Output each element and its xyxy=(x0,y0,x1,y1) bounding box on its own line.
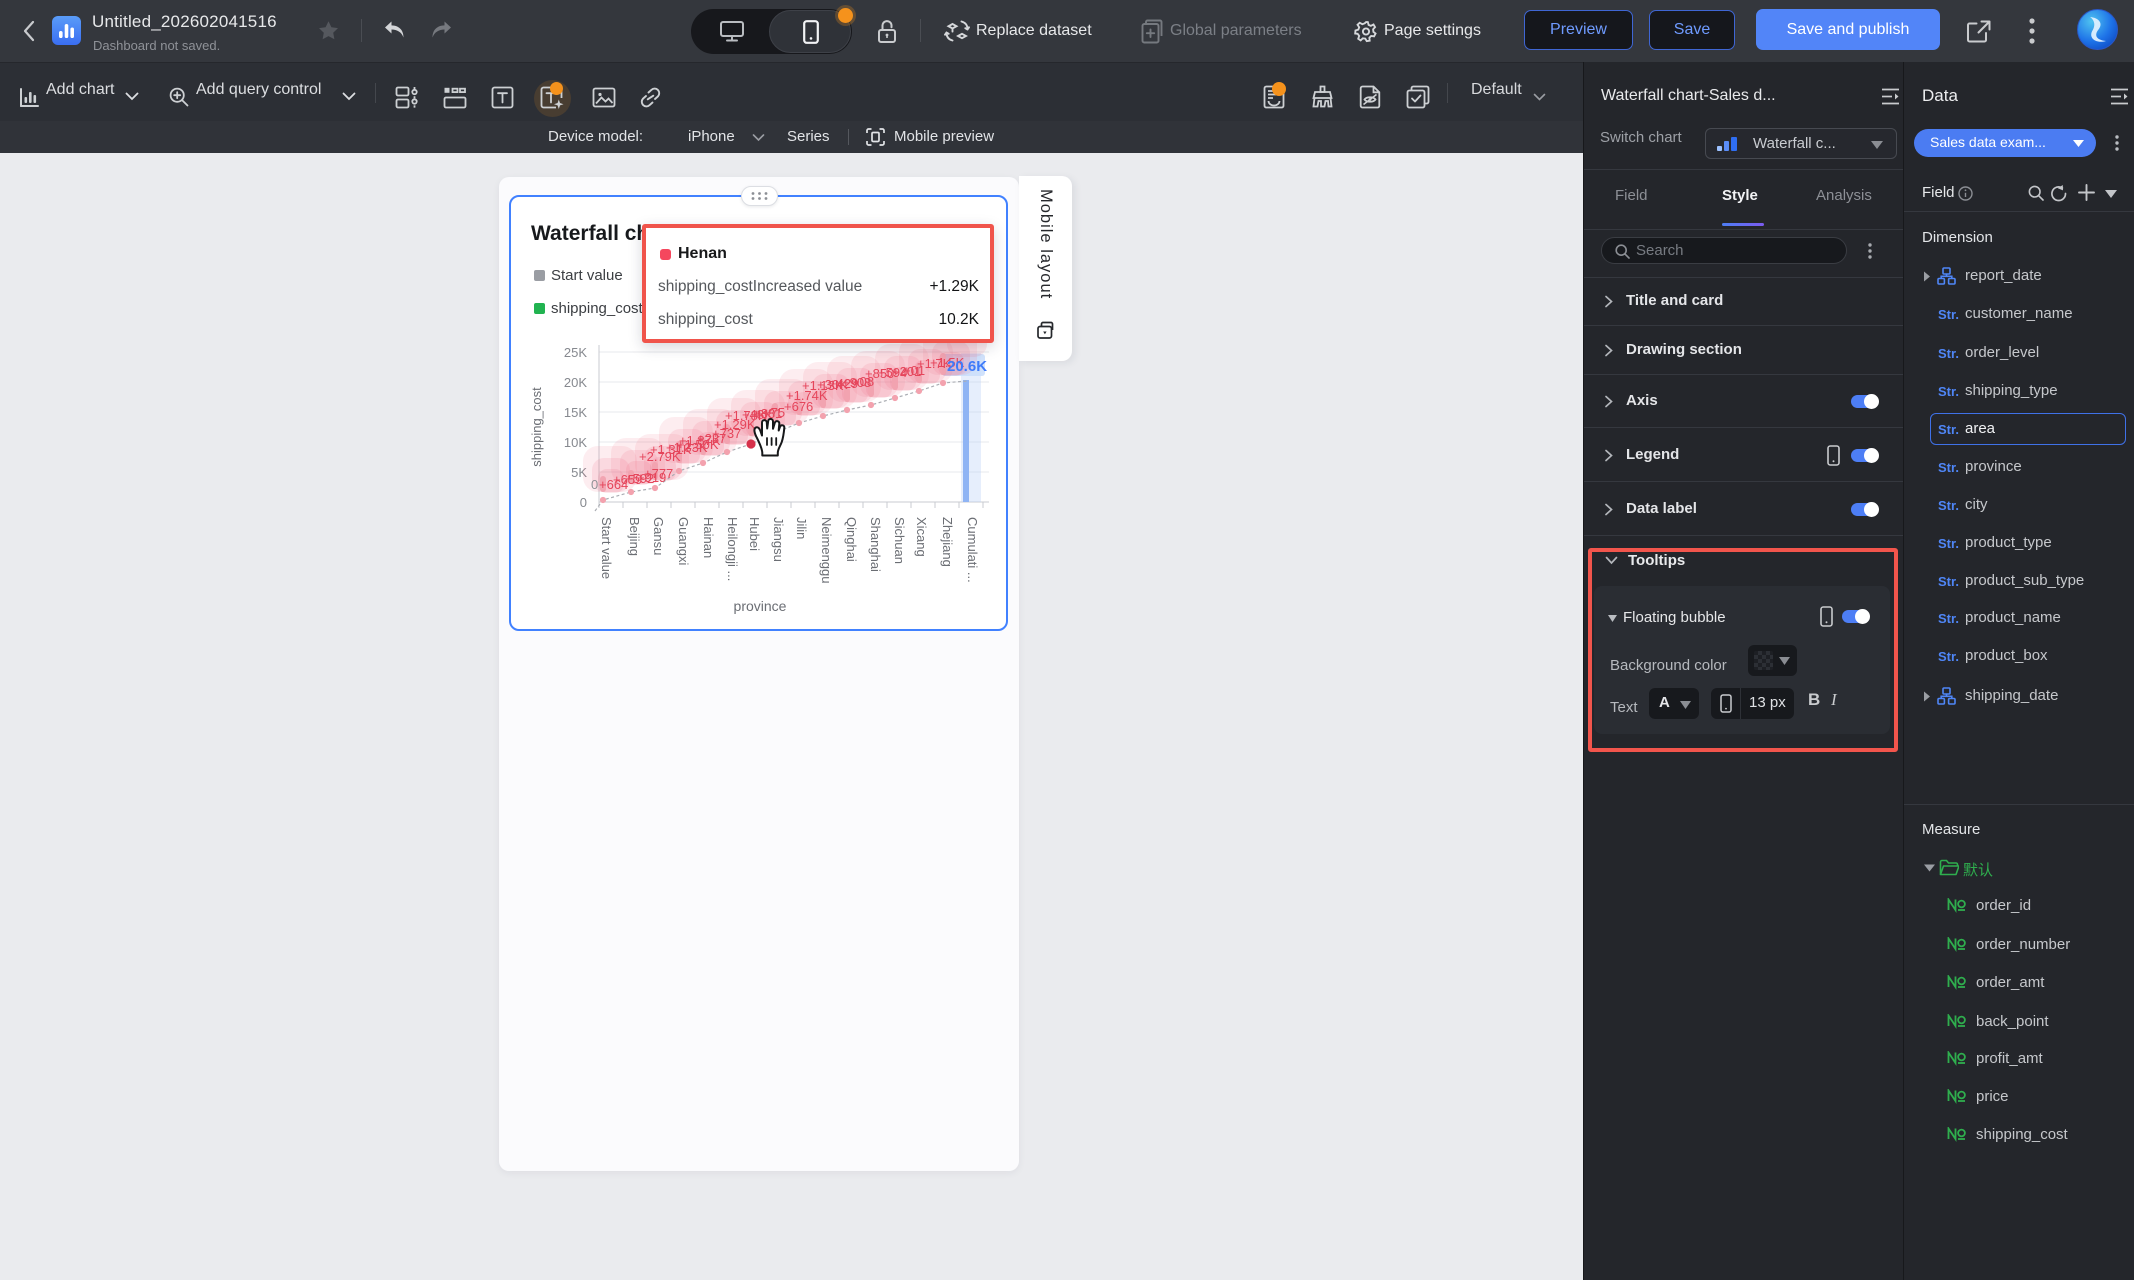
svg-text:Hainan: Hainan xyxy=(701,517,716,558)
svg-text:Start value: Start value xyxy=(551,267,623,284)
svg-text:shipping_cost: shipping_cost xyxy=(529,387,544,467)
svg-text:Qinghai: Qinghai xyxy=(844,517,859,562)
svg-text:Guangxi: Guangxi xyxy=(676,517,691,566)
svg-text:Jilin: Jilin xyxy=(794,517,809,539)
svg-text:Neimenggu: Neimenggu xyxy=(819,517,834,584)
svg-text:Sichuan: Sichuan xyxy=(892,517,907,564)
svg-text:Heilongji ...: Heilongji ... xyxy=(725,517,740,581)
svg-text:Gansu: Gansu xyxy=(651,517,666,555)
svg-text:Zhejiang: Zhejiang xyxy=(940,517,955,567)
svg-text:shipping_cost: shipping_cost xyxy=(551,300,644,317)
svg-text:20.6K: 20.6K xyxy=(947,358,987,375)
svg-text:20K: 20K xyxy=(564,375,587,390)
svg-text:0: 0 xyxy=(591,477,598,492)
svg-text:+777: +777 xyxy=(644,466,673,481)
svg-text:Jiangsu: Jiangsu xyxy=(771,517,786,562)
svg-text:province: province xyxy=(734,598,787,614)
svg-text:25K: 25K xyxy=(564,345,587,360)
svg-text:Shanghai: Shanghai xyxy=(868,517,883,572)
svg-text:0: 0 xyxy=(580,495,587,510)
svg-text:Cumulati ...: Cumulati ... xyxy=(965,517,980,583)
svg-text:Beijing: Beijing xyxy=(627,517,642,556)
svg-text:Hubei: Hubei xyxy=(747,517,762,551)
svg-text:Xicang: Xicang xyxy=(914,517,929,557)
svg-text:15K: 15K xyxy=(564,405,587,420)
svg-text:10K: 10K xyxy=(564,435,587,450)
svg-text:Start value: Start value xyxy=(599,517,614,579)
